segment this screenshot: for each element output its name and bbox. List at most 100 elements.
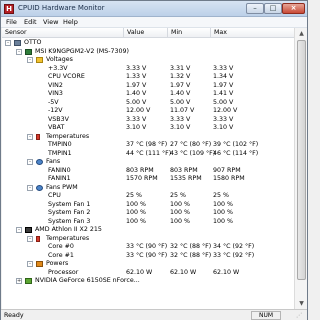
cpu-icon	[25, 227, 32, 233]
temperature-icon	[36, 133, 40, 140]
sensor-row[interactable]: VIN3 1.40 V 1.40 V 1.41 V	[2, 90, 294, 99]
scroll-down-button[interactable]: ▼	[296, 298, 307, 309]
sensor-row[interactable]: Processor 62.10 W 62.10 W 62.10 W	[2, 269, 294, 278]
sensor-value: 1.40 V	[126, 90, 147, 97]
collapse-toggle-icon[interactable]: -	[27, 261, 33, 267]
sensor-row[interactable]: TMPIN1 44 °C (111 °F) 43 °C (109 °F) 46 °C …	[2, 150, 294, 159]
sensor-label: OTTO	[24, 39, 42, 46]
sensor-label: Core #0	[48, 243, 74, 250]
vertical-scrollbar[interactable]: ▲ ▼	[294, 28, 307, 309]
sensor-value: 3.33 V	[126, 64, 147, 72]
sensor-row[interactable]: VIN2 1.97 V 1.97 V 1.97 V	[2, 82, 294, 91]
sensor-label: -12V	[48, 107, 63, 114]
menu-help[interactable]: Help	[61, 18, 80, 27]
sensor-max: 62.10 W	[213, 268, 240, 276]
sensor-row[interactable]: System Fan 2 100 % 100 % 100 %	[2, 209, 294, 218]
column-sensor[interactable]: Sensor	[2, 28, 124, 38]
sensor-label: VBAT	[48, 124, 65, 131]
sensor-value: 1.97 V	[126, 81, 147, 89]
resize-grip-icon[interactable]: ⋰	[296, 311, 305, 320]
scroll-thumb[interactable]	[297, 40, 306, 280]
sensor-min: 25 %	[170, 192, 186, 199]
collapse-toggle-icon[interactable]: -	[16, 227, 22, 233]
sensor-max: 3.10 V	[213, 124, 234, 131]
tree-group-row[interactable]: - OTTO	[2, 39, 294, 48]
sensor-row[interactable]: +3.3V 3.33 V 3.31 V 3.33 V	[2, 65, 294, 74]
close-button[interactable]: ×	[282, 3, 305, 14]
motherboard-icon	[25, 48, 32, 55]
menu-edit[interactable]: Edit	[22, 18, 39, 27]
collapse-toggle-icon[interactable]: -	[5, 40, 11, 46]
sensor-label: TMPIN0	[48, 141, 72, 148]
sensor-max: 1580 RPM	[213, 175, 245, 182]
sensor-label: System Fan 3	[48, 217, 91, 225]
sensor-row[interactable]: System Fan 3 100 % 100 % 100 %	[2, 218, 294, 227]
sensor-value: 1570 RPM	[126, 175, 158, 182]
sensor-max: 1.97 V	[213, 81, 234, 89]
sensor-min: 27 °C (80 °F)	[170, 141, 212, 148]
sensor-max: 12.00 V	[213, 107, 238, 114]
sensor-label: -5V	[48, 98, 59, 106]
sensor-value: 3.10 V	[126, 124, 147, 131]
sensor-row[interactable]: FANIN0 803 RPM 803 RPM 907 RPM	[2, 167, 294, 176]
sensor-row[interactable]: VBAT 3.10 V 3.10 V 3.10 V	[2, 124, 294, 133]
column-value[interactable]: Value	[124, 28, 168, 38]
sensor-label: NVIDIA GeForce 6150SE nForce...	[35, 277, 140, 284]
title-bar[interactable]: H CPUID Hardware Monitor – □ ×	[1, 1, 307, 17]
tree-group-row[interactable]: - Temperatures	[2, 133, 294, 142]
power-icon	[36, 261, 43, 267]
sensor-row[interactable]: -12V 12.00 V 11.07 V 12.00 V	[2, 107, 294, 116]
sensor-value: 62.10 W	[126, 268, 153, 276]
column-min[interactable]: Min	[168, 28, 211, 38]
tree-group-row[interactable]: - Powers	[2, 260, 294, 269]
sensor-label: Voltages	[46, 56, 73, 63]
sensor-value: 44 °C (111 °F)	[126, 149, 172, 157]
column-max[interactable]: Max	[211, 28, 294, 38]
tree-group-row[interactable]: - Temperatures	[2, 235, 294, 244]
status-bar: Ready NUM ⋰	[1, 309, 307, 320]
column-header: Sensor Value Min Max	[2, 28, 294, 38]
sensor-row[interactable]: CPU VCORE 1.33 V 1.32 V 1.34 V	[2, 73, 294, 82]
menu-view[interactable]: View	[41, 18, 60, 27]
sensor-tree-list[interactable]: Sensor Value Min Max - OTTO - MSI K9NGPGM2-…	[2, 28, 294, 309]
minimize-button[interactable]: –	[246, 3, 264, 14]
sensor-max: 34 °C (92 °F)	[213, 243, 255, 250]
collapse-toggle-icon[interactable]: -	[16, 48, 22, 55]
scroll-up-button[interactable]: ▲	[296, 28, 307, 39]
tree-group-row[interactable]: - AMD Athlon II X2 215	[2, 226, 294, 235]
sensor-row[interactable]: System Fan 1 100 % 100 % 100 %	[2, 201, 294, 210]
expand-toggle-icon[interactable]: +	[16, 278, 22, 284]
sensor-label: System Fan 1	[48, 200, 91, 208]
menu-file[interactable]: File	[4, 18, 19, 27]
collapse-toggle-icon[interactable]: -	[27, 57, 33, 63]
sensor-max: 46 °C (114 °F)	[213, 149, 259, 157]
maximize-button[interactable]: □	[264, 3, 282, 14]
sensor-row[interactable]: TMPIN0 37 °C (98 °F) 27 °C (80 °F) 39 °C (1…	[2, 141, 294, 150]
sensor-row[interactable]: VSB3V 3.33 V 3.33 V 3.33 V	[2, 116, 294, 125]
sensor-row[interactable]: Core #0 33 °C (90 °F) 32 °C (88 °F) 34 °C (…	[2, 243, 294, 252]
collapse-toggle-icon[interactable]: -	[27, 133, 33, 140]
sensor-label: VIN3	[48, 90, 63, 97]
tree-group-row[interactable]: + NVIDIA GeForce 6150SE nForce...	[2, 277, 294, 286]
sensor-row[interactable]: CPU 25 % 25 % 25 %	[2, 192, 294, 201]
sensor-row[interactable]: -5V 5.00 V 5.00 V 5.00 V	[2, 99, 294, 108]
collapse-toggle-icon[interactable]: -	[27, 235, 33, 242]
sensor-label: Processor	[48, 268, 79, 276]
sensor-min: 803 RPM	[170, 166, 198, 174]
sensor-value: 1.33 V	[126, 73, 147, 80]
sensor-min: 100 %	[170, 200, 191, 208]
app-window: H CPUID Hardware Monitor – □ × File Edit…	[0, 0, 308, 320]
sensor-row[interactable]: Core #1 33 °C (90 °F) 32 °C (88 °F) 33 °C (…	[2, 252, 294, 261]
sensor-label: MSI K9NGPGM2-V2 (MS-7309)	[35, 47, 129, 55]
sensor-row[interactable]: FANIN1 1570 RPM 1535 RPM 1580 RPM	[2, 175, 294, 184]
sensor-value: 25 %	[126, 192, 142, 199]
tree-group-row[interactable]: - Fans	[2, 158, 294, 167]
fan-icon	[36, 159, 43, 165]
collapse-toggle-icon[interactable]: -	[27, 159, 33, 165]
tree-group-row[interactable]: - Fans PWM	[2, 184, 294, 193]
tree-group-row[interactable]: - MSI K9NGPGM2-V2 (MS-7309)	[2, 48, 294, 57]
collapse-toggle-icon[interactable]: -	[27, 184, 33, 191]
sensor-max: 33 °C (92 °F)	[213, 251, 255, 259]
sensor-min: 3.10 V	[170, 124, 191, 131]
tree-group-row[interactable]: - Voltages	[2, 56, 294, 65]
